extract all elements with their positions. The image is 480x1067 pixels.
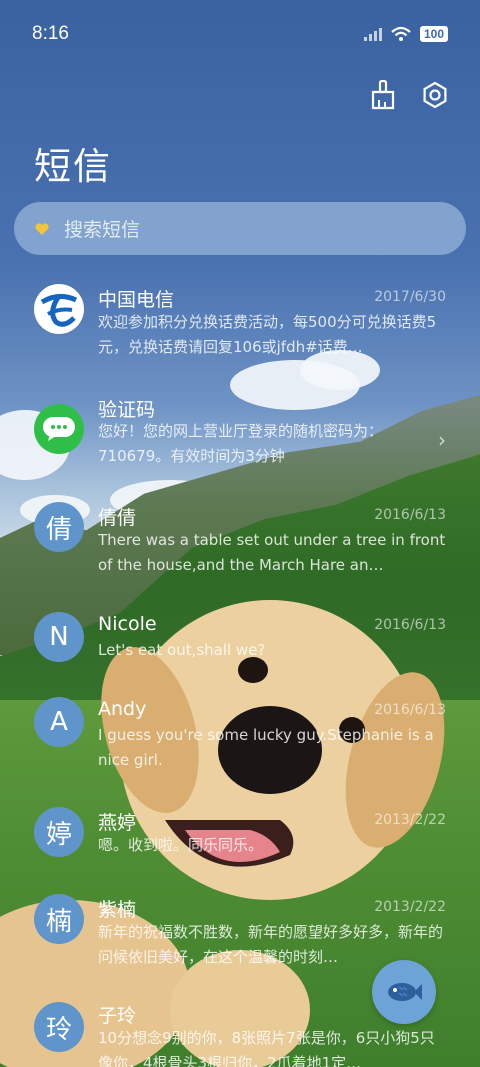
contact-name: 紫楠 xyxy=(98,899,137,921)
signal-icon xyxy=(363,28,382,41)
wifi-icon xyxy=(391,26,411,41)
message-date: 2016/6/13 xyxy=(374,507,446,523)
fish-icon xyxy=(388,983,422,1001)
china-telecom-logo-icon xyxy=(35,285,83,333)
avatar: A xyxy=(34,697,84,747)
page-title: 短信 xyxy=(34,145,112,188)
avatar xyxy=(34,284,84,334)
contact-name: Nicole xyxy=(98,613,157,635)
message-preview: 您好！您的网上营业厅登录的随机密码为：710679。有效时间为3分钟 xyxy=(98,422,384,465)
conversation-row[interactable]: 验证码 › 您好！您的网上营业厅登录的随机密码为：710679。有效时间为3分钟 xyxy=(0,382,480,482)
message-date: 2016/6/13 xyxy=(374,617,446,633)
conversation-row[interactable]: 中国电信 2017/6/30 欢迎参加积分兑换话费活动，每500分可兑换话费5元… xyxy=(0,272,480,372)
conversation-row[interactable]: 倩 倩倩 2016/6/13 There was a table set out… xyxy=(0,492,480,592)
avatar: 倩 xyxy=(34,502,84,552)
message-preview: 嗯。收到啦。同乐同乐。 xyxy=(98,836,264,854)
contact-name: Andy xyxy=(98,698,147,720)
contact-name: 中国电信 xyxy=(98,289,175,311)
conversation-row[interactable]: 婷 燕婷 2013/2/22 嗯。收到啦。同乐同乐。 xyxy=(0,807,480,907)
avatar: 婷 xyxy=(34,807,84,857)
clean-broom-button[interactable] xyxy=(366,78,400,112)
battery-indicator: 100 xyxy=(419,26,448,42)
contact-name: 验证码 xyxy=(98,399,156,421)
conversation-row[interactable]: N Nicole 2016/6/13 Let's eat out,shall w… xyxy=(0,602,480,702)
chat-bubble-icon xyxy=(43,417,75,441)
avatar: N xyxy=(34,612,84,662)
compose-fish-button[interactable] xyxy=(372,960,436,1024)
message-preview: 欢迎参加积分兑换话费活动，每500分可兑换话费5元，兑换话费请回复106或jfd… xyxy=(98,313,437,356)
message-date: 2013/2/22 xyxy=(374,899,446,915)
broom-icon xyxy=(371,80,395,110)
status-time: 8:16 xyxy=(32,23,69,44)
heart-icon xyxy=(35,222,49,235)
avatar: 玲 xyxy=(34,1002,84,1052)
message-preview: Let's eat out,shall we? xyxy=(98,641,266,659)
message-preview: There was a table set out under a tree i… xyxy=(98,531,446,574)
message-date: 2016/6/13 xyxy=(374,702,446,718)
search-bar[interactable]: 搜索短信 xyxy=(14,202,466,255)
settings-button[interactable] xyxy=(418,78,452,112)
contact-name: 燕婷 xyxy=(98,812,137,834)
message-preview: I guess you're some lucky guy.Stephanie … xyxy=(98,726,434,769)
search-placeholder: 搜索短信 xyxy=(64,219,141,241)
message-date: 2017/6/30 xyxy=(374,289,446,305)
avatar: 楠 xyxy=(34,894,84,944)
gear-icon xyxy=(423,81,447,109)
contact-name: 子玲 xyxy=(98,1005,137,1027)
contact-name: 倩倩 xyxy=(98,507,137,529)
conversation-row[interactable]: A Andy 2016/6/13 I guess you're some luc… xyxy=(0,697,480,797)
message-date: 2013/2/22 xyxy=(374,812,446,828)
avatar xyxy=(34,404,84,454)
status-bar: 8:16 100 xyxy=(32,20,448,48)
message-preview: 10分想念9别的你，8张照片7张是你，6只小狗5只像你，4根骨头3根归你，2爪着… xyxy=(98,1029,435,1067)
